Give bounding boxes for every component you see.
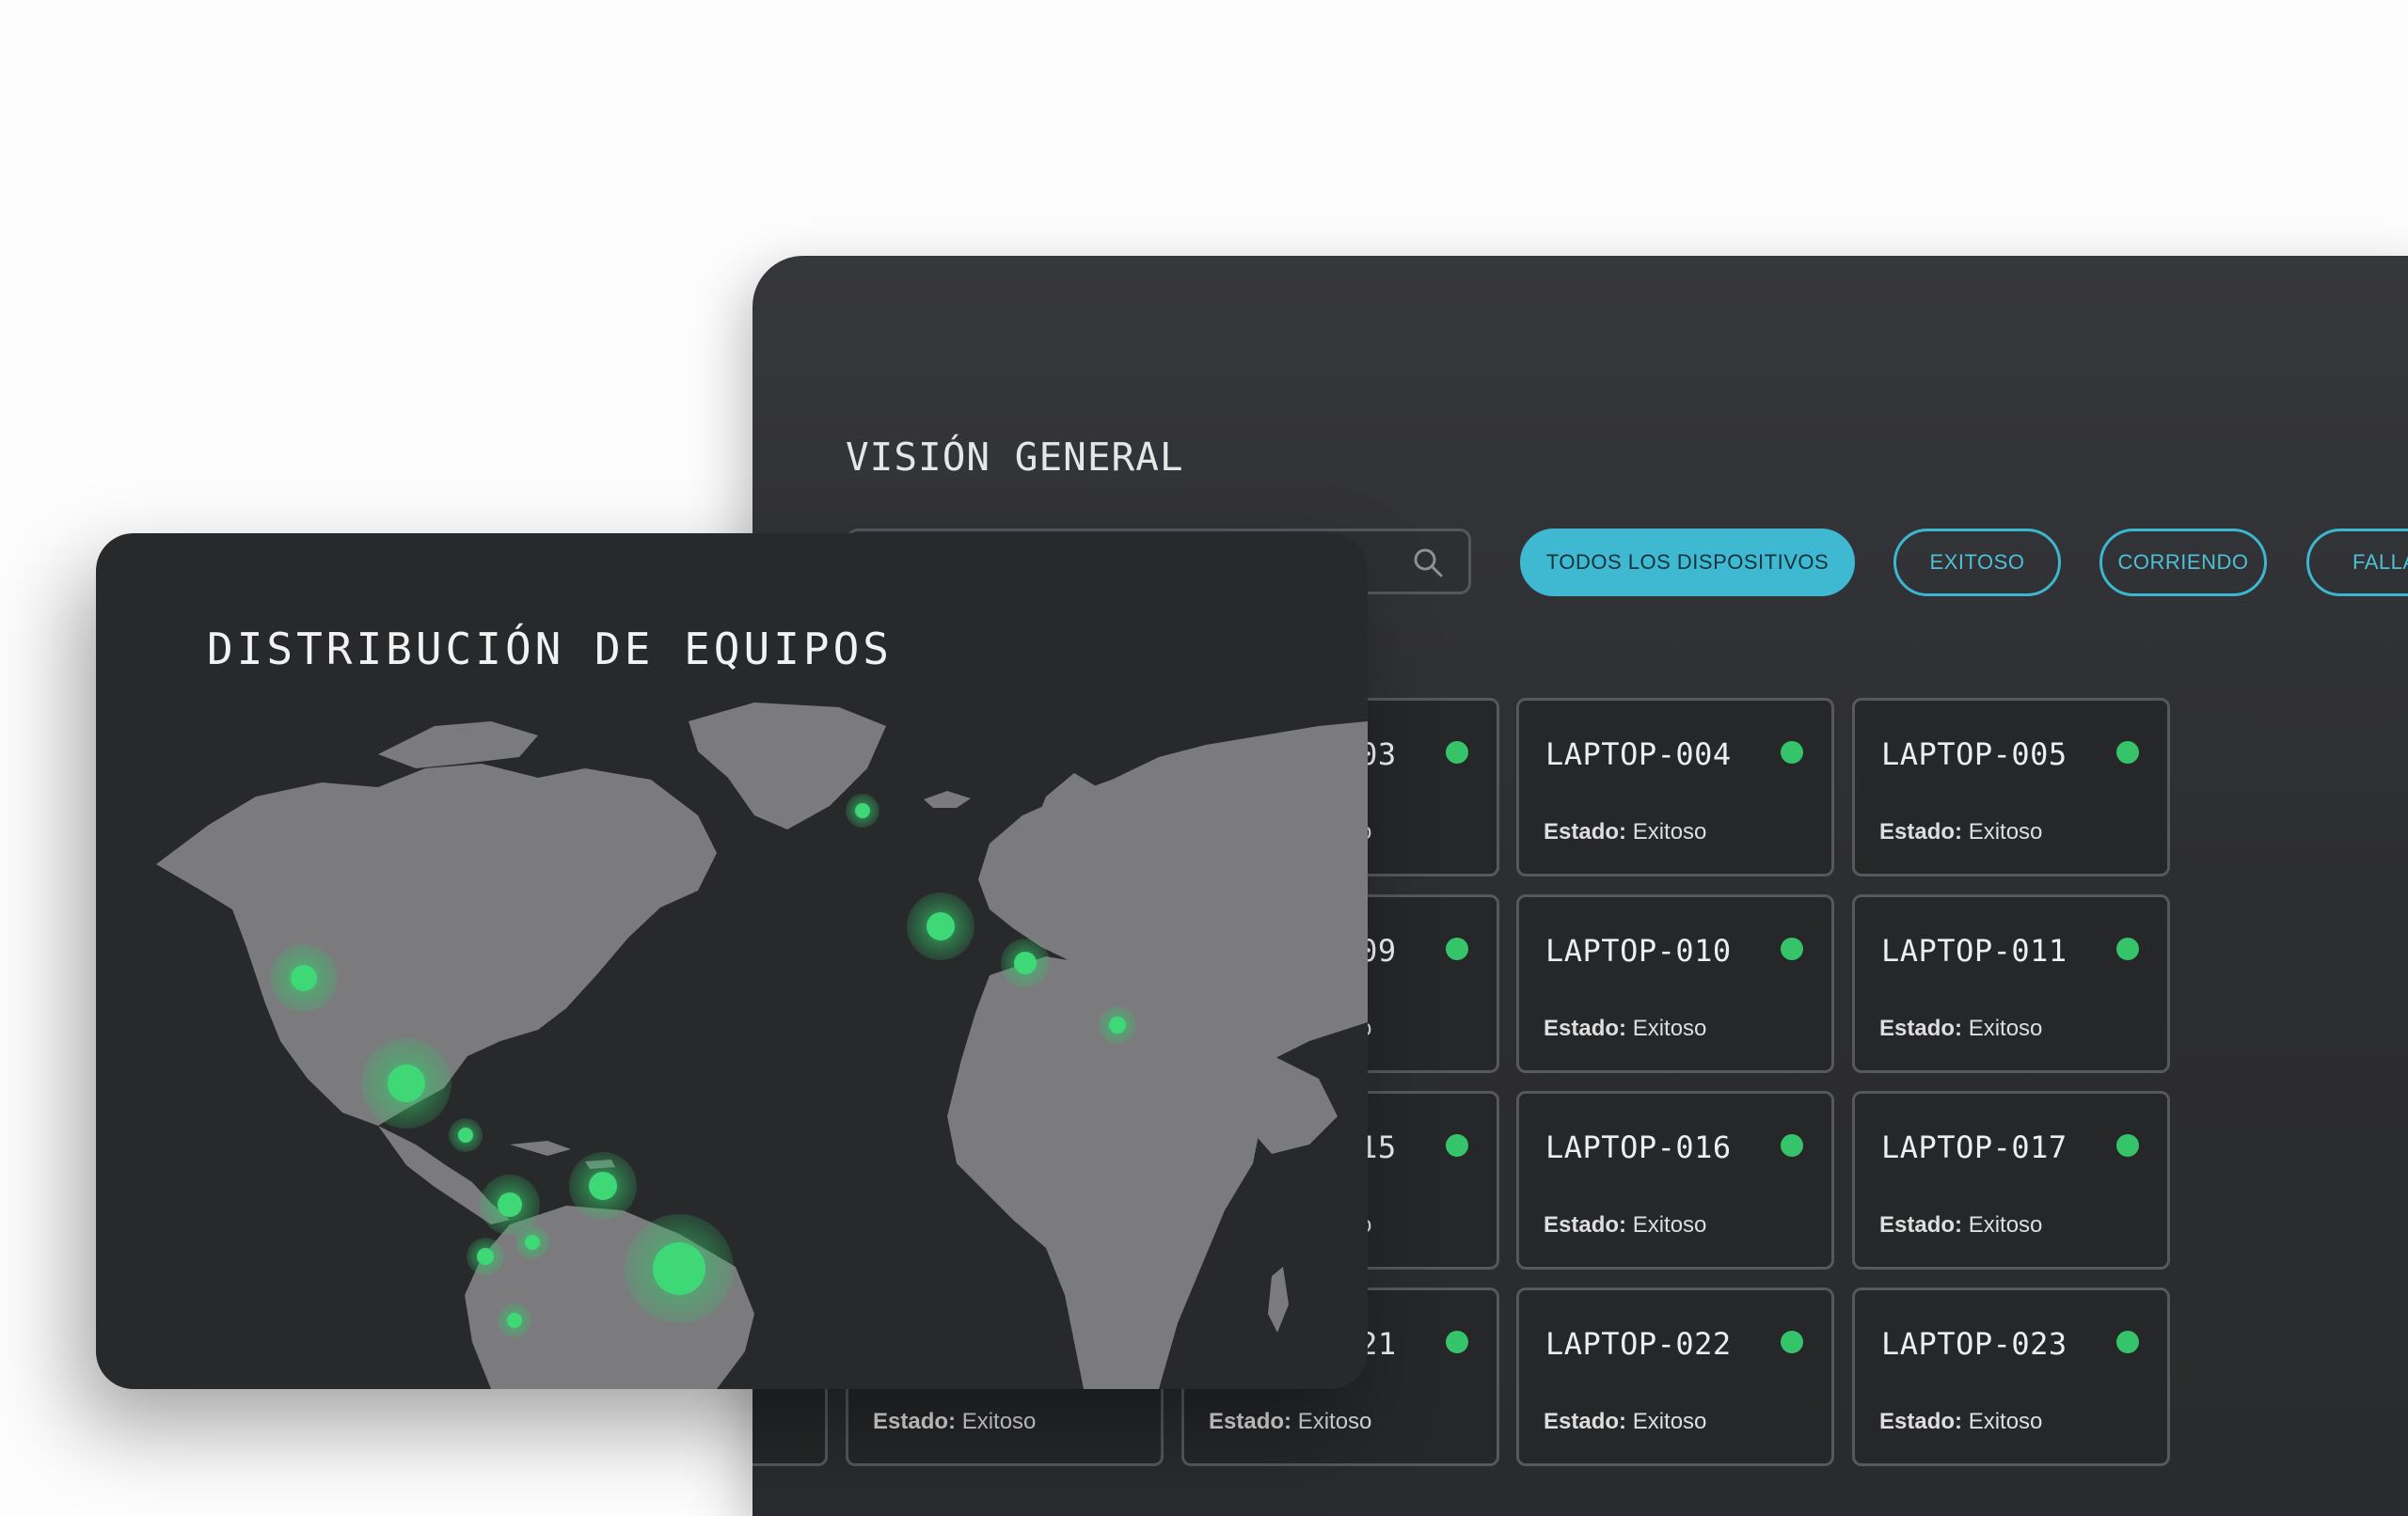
iceland xyxy=(924,791,971,808)
marker-egypt-core xyxy=(1109,1017,1126,1034)
device-card[interactable]: LAPTOP-017 Estado: Exitoso xyxy=(1852,1091,2170,1270)
status-dot-icon xyxy=(1446,1331,1468,1353)
marker-mexico-core xyxy=(388,1065,425,1102)
device-status: Estado: Exitoso xyxy=(873,1409,1036,1435)
marker-colombia-core xyxy=(498,1192,522,1217)
filter-all-devices[interactable]: TODOS LOS DISPOSITIVOS xyxy=(1520,529,1855,596)
status-label: Estado: xyxy=(1544,1212,1627,1238)
device-status: Estado: Exitoso xyxy=(1544,1212,1706,1239)
madagascar xyxy=(1268,1267,1289,1333)
device-name: LAPTOP-005 xyxy=(1881,736,2067,772)
status-value: Exitoso xyxy=(1632,819,1707,845)
device-name: LAPTOP-010 xyxy=(1545,933,1732,969)
status-dot-icon xyxy=(1781,741,1803,764)
device-distribution-panel: DISTRIBUCIÓN DE EQUIPOS xyxy=(96,533,1368,1389)
status-value: Exitoso xyxy=(1632,1016,1707,1041)
status-value: Exitoso xyxy=(1632,1409,1707,1434)
status-label: Estado: xyxy=(873,1409,957,1434)
device-status: Estado: Exitoso xyxy=(1544,819,1706,845)
status-value: Exitoso xyxy=(1968,1409,2043,1434)
overview-title: VISIÓN GENERAL xyxy=(846,434,1184,480)
status-dot-icon xyxy=(2116,1331,2139,1353)
filter-failure[interactable]: FALLA xyxy=(2306,529,2408,596)
status-label: Estado: xyxy=(1544,819,1627,845)
status-value: Exitoso xyxy=(1632,1212,1707,1238)
status-dot-icon xyxy=(1446,938,1468,960)
marker-west-coast-usa-core xyxy=(291,965,317,991)
arctic-islands xyxy=(378,721,538,768)
status-label: Estado: xyxy=(1209,1409,1292,1434)
marker-ecuador-core xyxy=(525,1235,540,1250)
status-value: Exitoso xyxy=(1968,819,2043,845)
device-card[interactable]: LAPTOP-004 Estado: Exitoso xyxy=(1516,698,1834,876)
device-name: LAPTOP-017 xyxy=(1881,1129,2067,1165)
device-name: LAPTOP-011 xyxy=(1881,933,2067,969)
filter-running[interactable]: CORRIENDO xyxy=(2099,529,2267,596)
device-card[interactable]: LAPTOP-016 Estado: Exitoso xyxy=(1516,1091,1834,1270)
status-label: Estado: xyxy=(1879,1016,1963,1041)
map-title: DISTRIBUCIÓN DE EQUIPOS xyxy=(207,624,893,674)
status-dot-icon xyxy=(2116,1134,2139,1157)
status-dot-icon xyxy=(1446,741,1468,764)
device-status: Estado: Exitoso xyxy=(1879,1212,2042,1239)
marker-brazil-core xyxy=(653,1242,705,1295)
status-label: Estado: xyxy=(1879,1212,1963,1238)
status-value: Exitoso xyxy=(1968,1212,2043,1238)
device-card[interactable]: LAPTOP-011 Estado: Exitoso xyxy=(1852,894,2170,1073)
marker-central-america-core xyxy=(458,1128,473,1143)
status-dot-icon xyxy=(1781,938,1803,960)
device-card[interactable]: LAPTOP-010 Estado: Exitoso xyxy=(1516,894,1834,1073)
device-card[interactable]: LAPTOP-023 Estado: Exitoso xyxy=(1852,1287,2170,1466)
device-name: LAPTOP-023 xyxy=(1881,1326,2067,1362)
status-label: Estado: xyxy=(1544,1409,1627,1434)
device-status: Estado: Exitoso xyxy=(1544,1016,1706,1042)
marker-venezuela-core xyxy=(589,1172,617,1200)
device-name: LAPTOP-004 xyxy=(1545,736,1732,772)
device-card[interactable]: LAPTOP-022 Estado: Exitoso xyxy=(1516,1287,1834,1466)
device-name: LAPTOP-016 xyxy=(1545,1129,1732,1165)
status-value: Exitoso xyxy=(961,1409,1037,1434)
marker-bolivia-core xyxy=(507,1313,522,1328)
marker-italy-core xyxy=(1014,952,1037,974)
search-icon[interactable] xyxy=(1412,546,1444,578)
land-masses xyxy=(156,703,1368,1389)
device-status: Estado: Exitoso xyxy=(1879,1409,2042,1435)
status-dot-icon xyxy=(2116,938,2139,960)
device-card[interactable]: LAPTOP-005 Estado: Exitoso xyxy=(1852,698,2170,876)
status-dot-icon xyxy=(1781,1331,1803,1353)
status-dot-icon xyxy=(1446,1134,1468,1157)
device-status: Estado: Exitoso xyxy=(1209,1409,1371,1435)
device-status: Estado: Exitoso xyxy=(1544,1409,1706,1435)
status-value: Exitoso xyxy=(1968,1016,2043,1041)
device-status: Estado: Exitoso xyxy=(1879,819,2042,845)
status-dot-icon xyxy=(1781,1134,1803,1157)
device-name: LAPTOP-022 xyxy=(1545,1326,1732,1362)
filter-success[interactable]: EXITOSO xyxy=(1893,529,2061,596)
status-value: Exitoso xyxy=(1297,1409,1372,1434)
marker-france-core xyxy=(927,912,955,940)
status-dot-icon xyxy=(2116,741,2139,764)
status-label: Estado: xyxy=(1879,819,1963,845)
marker-iceland-core xyxy=(855,803,870,818)
status-label: Estado: xyxy=(1544,1016,1627,1041)
device-status: Estado: Exitoso xyxy=(1879,1016,2042,1042)
status-label: Estado: xyxy=(1879,1409,1963,1434)
marker-peru-core xyxy=(477,1248,494,1265)
